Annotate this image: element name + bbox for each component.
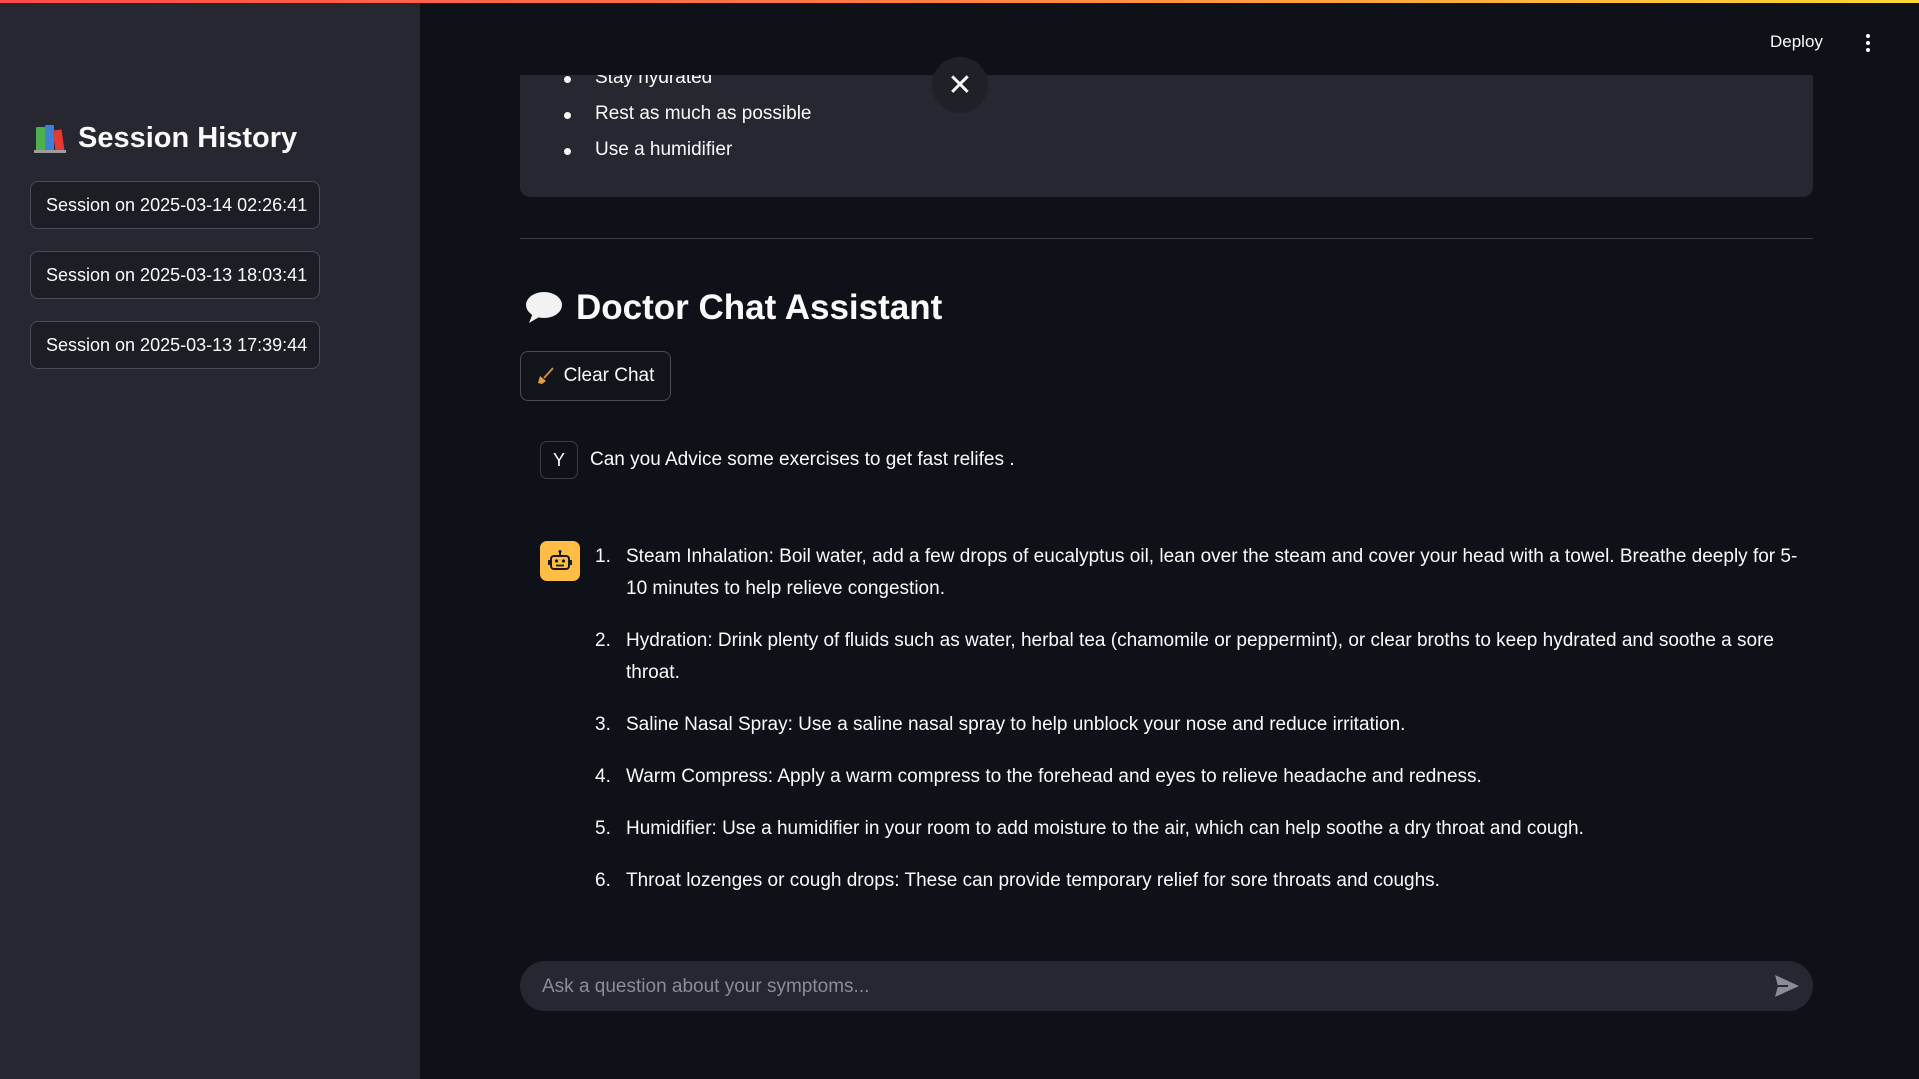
advice-item: Stay hydrated (542, 75, 812, 96)
sidebar-title-text: Session History (78, 122, 298, 154)
chat-title-text: Doctor Chat Assistant (576, 288, 943, 327)
advice-panel: Stay hydrated Rest as much as possible U… (520, 75, 1813, 197)
deploy-button[interactable]: Deploy (1770, 32, 1823, 52)
session-button[interactable]: Session on 2025-03-14 02:26:41 (30, 181, 320, 229)
close-icon[interactable]: ✕ (932, 57, 988, 113)
top-accent-bar (0, 0, 1919, 3)
list-item: 3. Saline Nasal Spray: Use a saline nasal… (595, 714, 1406, 735)
user-message: Y Can you Advice some exercises to get f… (540, 441, 1015, 479)
send-icon[interactable] (1774, 974, 1800, 998)
broom-icon (537, 367, 555, 385)
user-avatar: Y (540, 441, 578, 479)
sidebar-title: Session History (34, 122, 297, 155)
divider (520, 238, 1813, 239)
chat-title: Doctor Chat Assistant (525, 288, 942, 328)
vertical-dots-icon[interactable] (1865, 34, 1871, 54)
advice-item: Rest as much as possible (542, 96, 812, 132)
list-item: 4. Warm Compress: Apply a warm compress t… (595, 766, 1482, 787)
books-icon (34, 124, 66, 154)
list-item: 6. Throat lozenges or cough drops: These … (595, 870, 1440, 891)
assistant-response-list: 1. Steam Inhalation: Boil water, add a fe… (585, 541, 1800, 917)
user-message-text: Can you Advice some exercises to get fas… (590, 449, 1015, 470)
session-button[interactable]: Session on 2025-03-13 17:39:44 (30, 321, 320, 369)
sidebar: Session History Session on 2025-03-14 02… (0, 0, 420, 1079)
speech-bubble-icon (525, 291, 563, 325)
advice-list: Stay hydrated Rest as much as possible U… (542, 75, 812, 168)
clear-chat-label: Clear Chat (563, 365, 655, 386)
clear-chat-button[interactable]: Clear Chat (520, 351, 671, 401)
list-item: 1. Steam Inhalation: Boil water, add a fe… (595, 546, 1798, 599)
chat-input[interactable] (540, 961, 1734, 1013)
chat-input-container (520, 961, 1813, 1013)
list-item: 5. Humidifier: Use a humidifier in your r… (595, 818, 1584, 839)
robot-icon (540, 541, 580, 581)
list-item: 2. Hydration: Drink plenty of fluids such… (595, 630, 1774, 683)
advice-item: Use a humidifier (542, 132, 812, 168)
session-button[interactable]: Session on 2025-03-13 18:03:41 (30, 251, 320, 299)
